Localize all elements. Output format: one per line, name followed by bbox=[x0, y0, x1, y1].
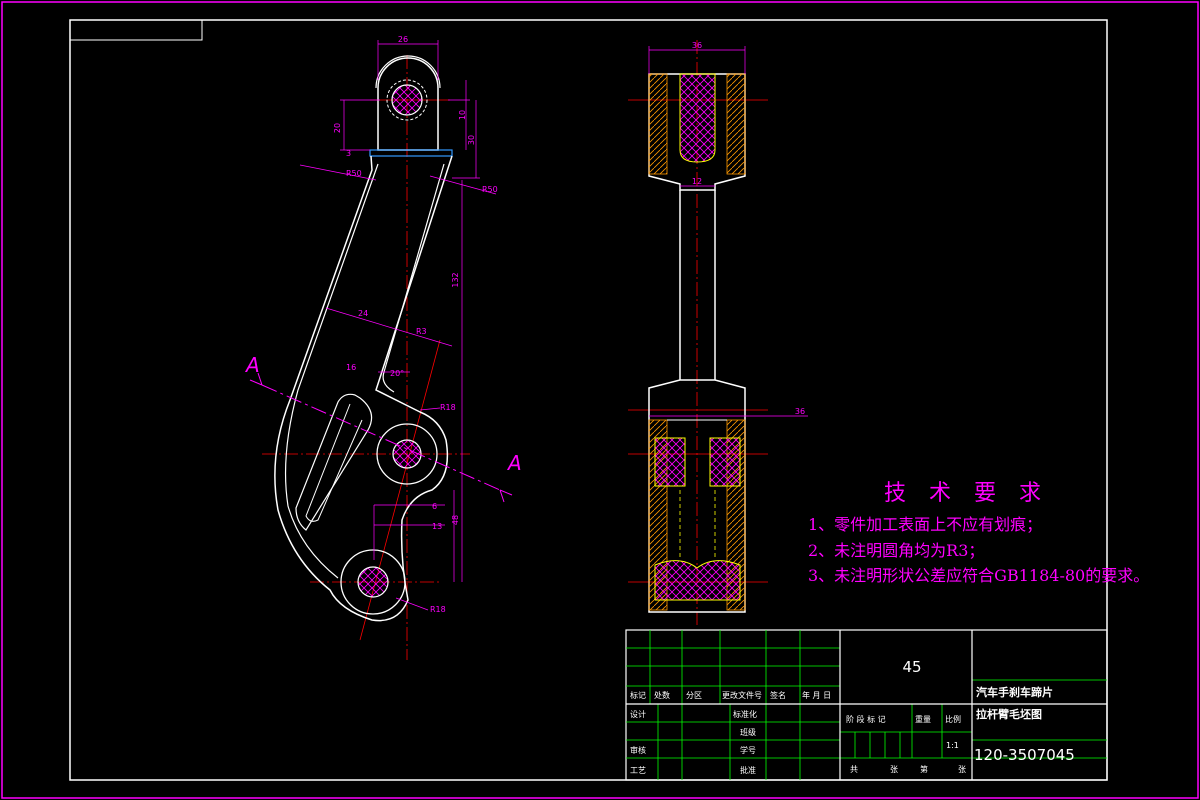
side-top-slot bbox=[679, 73, 716, 163]
dim-radius-upper-right: R50 bbox=[482, 185, 498, 194]
scale-header: 比例 bbox=[945, 714, 961, 724]
row-process: 工艺 bbox=[630, 766, 646, 775]
rev-header-mark: 标记 bbox=[630, 690, 646, 700]
dim-small: 6 bbox=[432, 502, 437, 511]
rev-header-date: 年 月 日 bbox=[802, 690, 831, 700]
row-student-no: 学号 bbox=[740, 745, 756, 755]
side-dim-neck-width: 12 bbox=[692, 177, 702, 186]
row-standardize: 标准化 bbox=[733, 709, 757, 719]
material: 45 bbox=[902, 658, 921, 676]
top-hole bbox=[391, 84, 423, 116]
tech-item-2: 2、未注明圆角均为R3； bbox=[808, 541, 984, 560]
row-approve: 批准 bbox=[740, 765, 756, 775]
rev-header-count: 处数 bbox=[654, 690, 670, 700]
sheets-current-prefix: 第 bbox=[920, 764, 928, 774]
side-mid-hatch-left bbox=[654, 437, 686, 487]
dim-roughness: 3 bbox=[346, 149, 351, 158]
part-name-line2: 拉杆臂毛坯图 bbox=[976, 707, 1042, 721]
section-label-right: A bbox=[506, 451, 522, 475]
section-label-left: A bbox=[244, 353, 260, 377]
row-design: 设计 bbox=[630, 709, 646, 719]
side-dim-lower-width: 36 bbox=[795, 407, 805, 416]
rev-header-zone: 分区 bbox=[686, 691, 702, 700]
sheets-current-suffix: 张 bbox=[958, 765, 966, 774]
dim-offset: 13 bbox=[432, 522, 442, 531]
dim-radius-upper-left: R50 bbox=[346, 169, 362, 178]
dim-inner-width: 16 bbox=[346, 363, 356, 372]
dim-radius-mid: R18 bbox=[440, 403, 456, 412]
tech-item-3: 3、未注明形状公差应符合GB1184-80的要求。 bbox=[808, 566, 1149, 585]
rev-header-doc: 更改文件号 bbox=[722, 690, 762, 700]
dim-right-height-b: 30 bbox=[467, 135, 476, 145]
drawing-number: 120-3507045 bbox=[974, 746, 1075, 764]
row-class: 班级 bbox=[740, 727, 756, 737]
rev-header-sign: 签名 bbox=[770, 690, 786, 700]
dim-lower-height: 48 bbox=[451, 515, 460, 525]
dim-diag: R3 bbox=[416, 327, 427, 336]
cad-drawing: A A 26 20 10 30 3 R50 R50 132 24 R3 16 2… bbox=[0, 0, 1200, 800]
weight-header: 重量 bbox=[915, 714, 931, 724]
stage-header: 阶 段 标 记 bbox=[846, 714, 886, 724]
dim-arm-length: 132 bbox=[451, 272, 460, 287]
dim-left-height: 20 bbox=[333, 123, 342, 133]
side-dim-top-width: 36 bbox=[692, 41, 702, 50]
row-review: 审核 bbox=[630, 745, 646, 755]
dim-right-height-a: 10 bbox=[458, 110, 467, 120]
scale-value: 1:1 bbox=[946, 741, 959, 750]
part-name-line1: 汽车手刹车蹄片 bbox=[976, 685, 1053, 699]
side-mid-hatch-right bbox=[709, 437, 741, 487]
sheets-total-prefix: 共 bbox=[850, 765, 858, 774]
dim-arm-width: 24 bbox=[358, 309, 368, 318]
dim-angle: 20° bbox=[390, 369, 404, 378]
bottom-hole bbox=[357, 566, 389, 598]
tech-item-1: 1、零件加工表面上不应有划痕； bbox=[808, 515, 1042, 534]
tech-title: 技 术 要 求 bbox=[884, 481, 1049, 506]
sheets-total-suffix: 张 bbox=[890, 765, 898, 774]
dim-radius-bottom: R18 bbox=[430, 605, 446, 614]
dim-top-width: 26 bbox=[398, 35, 408, 44]
